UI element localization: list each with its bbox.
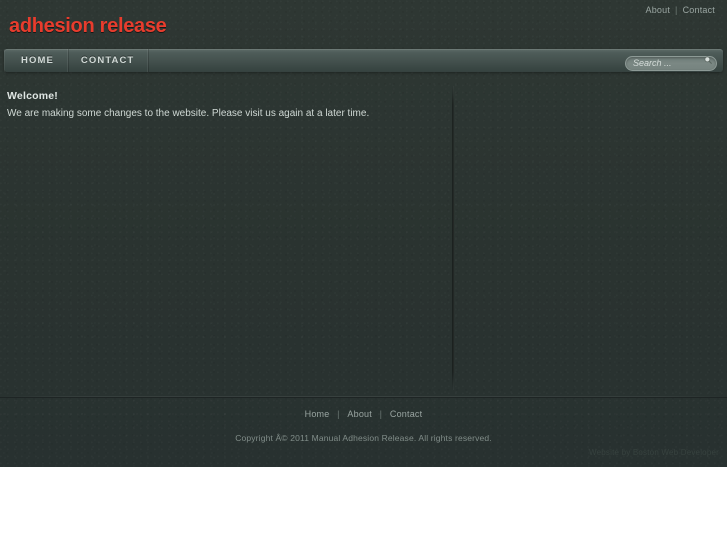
nav-item-home[interactable]: HOME <box>4 49 68 72</box>
footer-link-home[interactable]: Home <box>300 409 335 419</box>
main-navigation: HOME CONTACT <box>4 49 723 72</box>
footer-separator-1: | <box>337 409 340 419</box>
site-credit: Website by Boston Web Developer <box>589 448 719 457</box>
site-credit-link[interactable]: Website by Boston Web Developer <box>589 448 719 457</box>
footer-navigation: Home | About | Contact <box>0 409 727 419</box>
site-footer: Home | About | Contact Copyright Â© 2011… <box>0 397 727 467</box>
footer-link-about[interactable]: About <box>342 409 377 419</box>
site-logo[interactable]: adhesion release <box>9 15 167 37</box>
site-header: adhesion release <box>0 0 727 47</box>
content-primary: Welcome! We are making some changes to t… <box>7 90 437 121</box>
nav-item-contact[interactable]: CONTACT <box>68 49 149 72</box>
search-box <box>625 53 717 71</box>
search-input[interactable] <box>625 55 717 71</box>
content-vertical-divider <box>452 86 454 390</box>
page-container: About | Contact adhesion release HOME CO… <box>0 0 727 467</box>
welcome-text: We are making some changes to the websit… <box>7 108 370 119</box>
footer-link-contact[interactable]: Contact <box>385 409 427 419</box>
welcome-heading: Welcome! <box>7 90 59 102</box>
main-content: Welcome! We are making some changes to t… <box>0 84 727 396</box>
copyright-text: Copyright Â© 2011 Manual Adhesion Releas… <box>235 433 492 443</box>
below-fold-area <box>0 467 727 545</box>
footer-separator-2: | <box>379 409 383 419</box>
